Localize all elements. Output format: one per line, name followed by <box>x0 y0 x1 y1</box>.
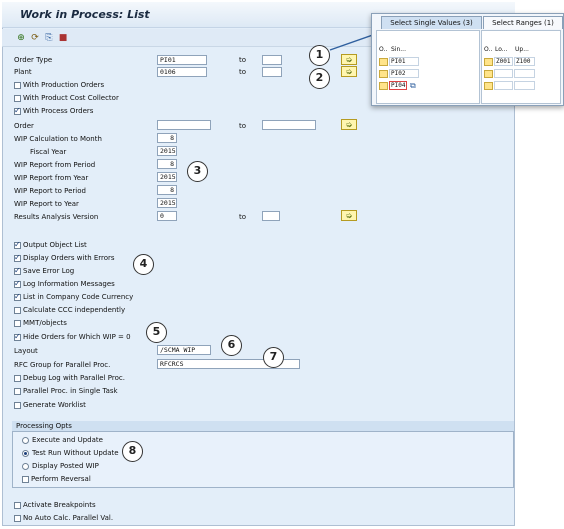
single-values-header-option: O.. <box>379 46 388 53</box>
tab-select-ranges[interactable]: Select Ranges (1) <box>483 16 563 29</box>
ranges-header-low: Lo... <box>495 46 508 53</box>
range-low-cell[interactable] <box>494 69 513 78</box>
range-high-cell[interactable]: Z100 <box>514 57 535 66</box>
single-value-cell-active[interactable]: PI04 <box>389 81 407 90</box>
option-selector-icon[interactable] <box>379 82 388 90</box>
option-selector-icon[interactable] <box>484 70 493 78</box>
single-value-cell[interactable]: PI02 <box>389 69 419 78</box>
ranges-header-high: Up... <box>515 46 529 53</box>
ranges-header-option: O.. <box>484 46 493 53</box>
range-high-cell[interactable] <box>514 81 535 90</box>
range-low-cell[interactable] <box>494 81 513 90</box>
range-high-cell[interactable] <box>514 69 535 78</box>
option-selector-icon[interactable] <box>379 70 388 78</box>
option-selector-icon[interactable] <box>379 58 388 66</box>
option-selector-icon[interactable] <box>484 82 493 90</box>
single-value-cell[interactable]: PI01 <box>389 57 419 66</box>
value-help-icon[interactable]: ⧉ <box>410 81 416 90</box>
option-selector-icon[interactable] <box>484 58 493 66</box>
ranges-table <box>481 30 561 104</box>
tab-select-single-values[interactable]: Select Single Values (3) <box>381 16 482 29</box>
single-values-table <box>376 30 480 104</box>
range-low-cell[interactable]: Z001 <box>494 57 513 66</box>
single-values-header-value: Sin... <box>391 46 406 53</box>
